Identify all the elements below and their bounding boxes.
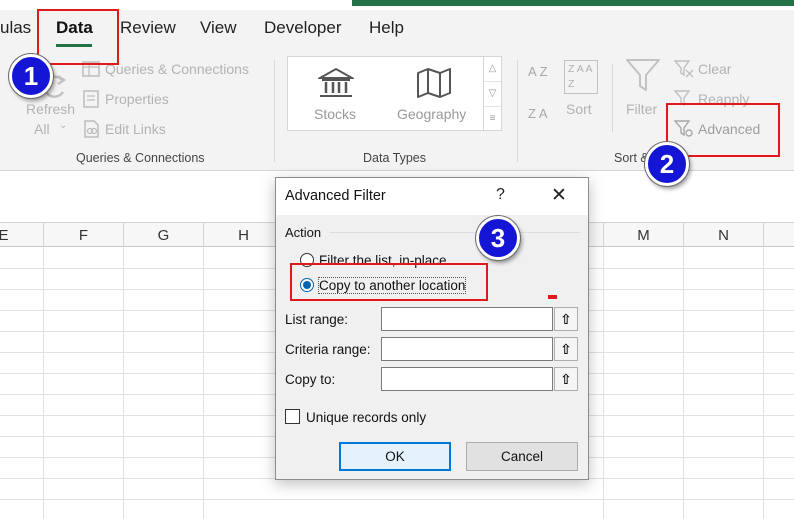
unique-records-label[interactable]: Unique records only: [306, 410, 426, 425]
map-icon: [417, 68, 451, 98]
gallery-more-icon[interactable]: ≡: [484, 107, 501, 132]
criteria-range-collapse-icon[interactable]: ⇧: [554, 337, 578, 361]
bank-icon: [318, 67, 354, 97]
filter-button[interactable]: Filter: [622, 58, 664, 150]
step-badge-3: 3: [476, 216, 520, 260]
highlight-box-data-tab: [37, 9, 119, 65]
column-header-f[interactable]: F: [44, 223, 124, 248]
sort-label: Sort: [566, 101, 592, 117]
data-types-gallery: Stocks Geography: [287, 56, 484, 131]
help-icon[interactable]: ?: [496, 186, 505, 204]
column-header-n[interactable]: N: [684, 223, 764, 248]
sort-ascending-button[interactable]: A Z: [528, 64, 554, 90]
list-range-collapse-icon[interactable]: ⇧: [554, 307, 578, 331]
group-separator: [517, 60, 518, 162]
advanced-filter-dialog: Advanced Filter ? ✕ Action Filter the li…: [275, 177, 589, 480]
group-separator: [612, 64, 613, 132]
properties-label: Properties: [105, 91, 169, 107]
step-badge-2: 2: [645, 142, 689, 186]
list-range-label: List range:: [285, 312, 349, 327]
ok-button[interactable]: OK: [339, 442, 451, 471]
properties-icon: [83, 90, 99, 108]
title-bar-accent: [352, 0, 794, 6]
all-label: All: [34, 121, 50, 137]
geography-button[interactable]: Geography: [392, 65, 478, 127]
excel-window: ulas Data Review View Developer Help Ref…: [0, 0, 794, 519]
filter-label: Filter: [626, 101, 658, 117]
unique-records-checkbox[interactable]: [285, 409, 300, 424]
sort-dialog-icon: Z A A Z: [564, 60, 598, 94]
dialog-title-bar[interactable]: Advanced Filter ? ✕: [276, 178, 588, 215]
properties-button[interactable]: Properties: [82, 90, 202, 110]
clear-label: Clear: [698, 61, 732, 77]
copy-to-label: Copy to:: [285, 372, 336, 387]
tab-review[interactable]: Review: [120, 18, 176, 38]
column-header-h[interactable]: H: [204, 223, 284, 248]
sort-filter-group-label: Sort &: [614, 151, 649, 165]
step-badge-1: 1: [9, 54, 53, 98]
edit-links-label: Edit Links: [105, 121, 166, 137]
tab-help[interactable]: Help: [369, 18, 404, 38]
geography-label: Geography: [397, 106, 467, 122]
cancel-button[interactable]: Cancel: [466, 442, 578, 471]
sort-za-icon: Z A: [528, 106, 548, 121]
list-range-input[interactable]: [381, 307, 553, 331]
refresh-label: Refresh: [26, 101, 76, 117]
tab-view[interactable]: View: [200, 18, 237, 38]
stocks-label: Stocks: [314, 106, 357, 122]
column-header-m[interactable]: M: [604, 223, 684, 248]
action-divider: [330, 232, 580, 233]
copy-to-input[interactable]: [381, 367, 553, 391]
gallery-scroll: △ ▽ ≡: [484, 56, 502, 131]
dialog-title: Advanced Filter: [285, 188, 386, 204]
criteria-range-input[interactable]: [381, 337, 553, 361]
copy-to-collapse-icon[interactable]: ⇧: [554, 367, 578, 391]
red-mark: [548, 295, 557, 299]
queries-connections-label: Queries & Connections: [105, 61, 249, 77]
clear-button[interactable]: Clear: [674, 60, 754, 80]
filter-icon: [626, 59, 660, 91]
action-section-label: Action: [285, 225, 322, 240]
highlight-box-copy-location: [290, 263, 488, 301]
stocks-button[interactable]: Stocks: [302, 65, 372, 127]
sort-descending-button[interactable]: Z A: [528, 106, 554, 132]
gallery-scroll-up-icon[interactable]: △: [484, 57, 501, 82]
edit-links-icon: [84, 120, 99, 138]
column-header-e[interactable]: E: [0, 223, 44, 248]
criteria-range-label: Criteria range:: [285, 342, 371, 357]
tab-developer[interactable]: Developer: [264, 18, 342, 38]
chevron-down-icon: ⌄: [59, 120, 68, 131]
close-icon[interactable]: ✕: [544, 185, 574, 207]
group-separator: [274, 60, 275, 162]
tab-formulas[interactable]: ulas: [0, 18, 31, 38]
sort-az-icon: A Z: [528, 64, 548, 79]
queries-group-label: Queries & Connections: [76, 151, 205, 165]
sort-button[interactable]: Z A A Z Sort: [562, 60, 600, 150]
column-header-g[interactable]: G: [124, 223, 204, 248]
gallery-scroll-down-icon[interactable]: ▽: [484, 82, 501, 107]
data-types-group-label: Data Types: [363, 151, 427, 165]
edit-links-button[interactable]: Edit Links: [82, 120, 202, 140]
clear-filter-icon: [674, 60, 694, 78]
